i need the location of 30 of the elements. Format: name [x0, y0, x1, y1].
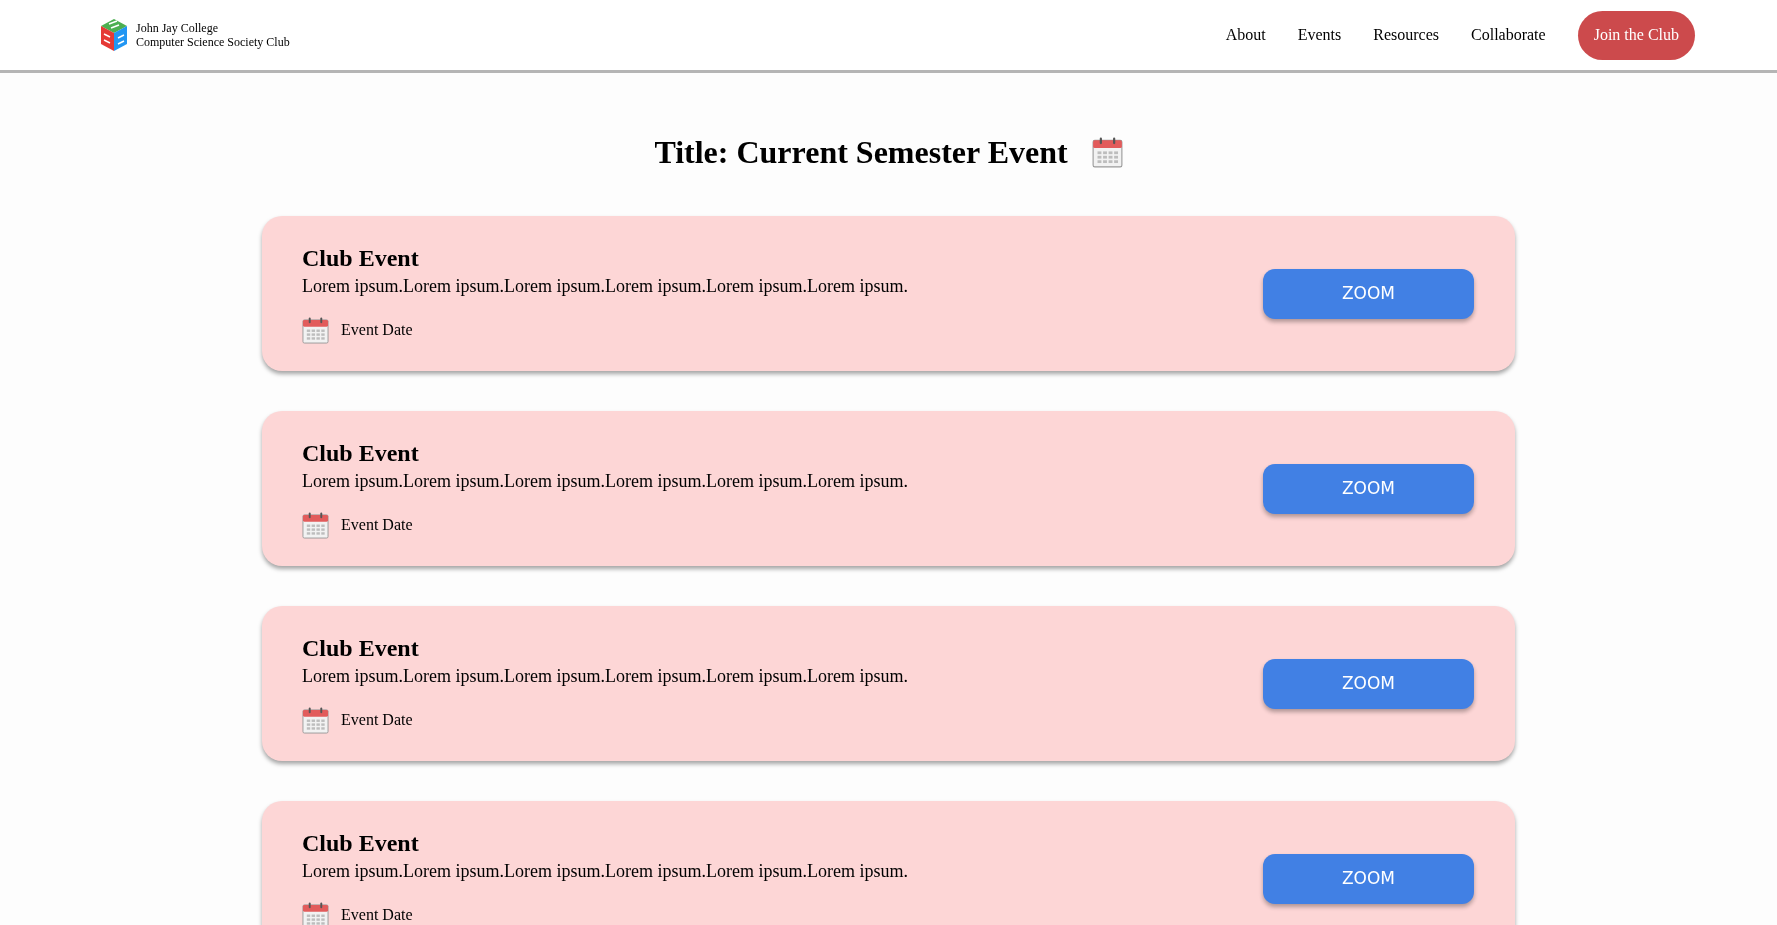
- nav-link[interactable]: Events: [1297, 23, 1342, 47]
- event-description: Lorem ipsum.Lorem ipsum.Lorem ipsum.Lorem ipsum.Lorem ipsum.Lorem ipsum.: [302, 859, 908, 882]
- event-title: Club Event: [302, 243, 420, 272]
- nav-link[interactable]: Resources: [1373, 23, 1439, 47]
- event-title: Club Event: [302, 828, 420, 857]
- calendar-icon: [302, 901, 329, 925]
- calendar-icon: [302, 706, 329, 734]
- zoom-button[interactable]: ZOOM: [1263, 853, 1474, 904]
- event-date: Event Date: [341, 710, 413, 730]
- calendar-icon: [302, 511, 329, 539]
- event-description: Lorem ipsum.Lorem ipsum.Lorem ipsum.Lorem ipsum.Lorem ipsum.Lorem ipsum.: [302, 274, 908, 297]
- event-description: Lorem ipsum.Lorem ipsum.Lorem ipsum.Lorem ipsum.Lorem ipsum.Lorem ipsum.: [302, 469, 908, 492]
- join-club-button[interactable]: Join the Club: [1577, 10, 1695, 60]
- calendar-icon: [302, 316, 329, 344]
- logo-text: John Jay College: [136, 21, 219, 35]
- nav-link[interactable]: About: [1225, 23, 1266, 47]
- event-title: Club Event: [302, 633, 420, 662]
- zoom-button[interactable]: ZOOM: [1263, 658, 1474, 709]
- event-description: Lorem ipsum.Lorem ipsum.Lorem ipsum.Lorem ipsum.Lorem ipsum.Lorem ipsum.: [302, 664, 908, 687]
- event-title: Club Event: [302, 438, 420, 467]
- page-title: Title: Current Semester Event: [654, 133, 1068, 172]
- cube-logo-icon: [100, 18, 128, 52]
- zoom-button[interactable]: ZOOM: [1263, 463, 1474, 514]
- event-date: Event Date: [341, 320, 413, 340]
- zoom-button[interactable]: ZOOM: [1263, 268, 1474, 319]
- event-date: Event Date: [341, 515, 413, 535]
- calendar-icon: [1091, 136, 1123, 168]
- event-date: Event Date: [341, 905, 413, 925]
- logo-text: Computer Science Society Club: [136, 35, 290, 49]
- nav-link[interactable]: Collaborate: [1471, 23, 1546, 47]
